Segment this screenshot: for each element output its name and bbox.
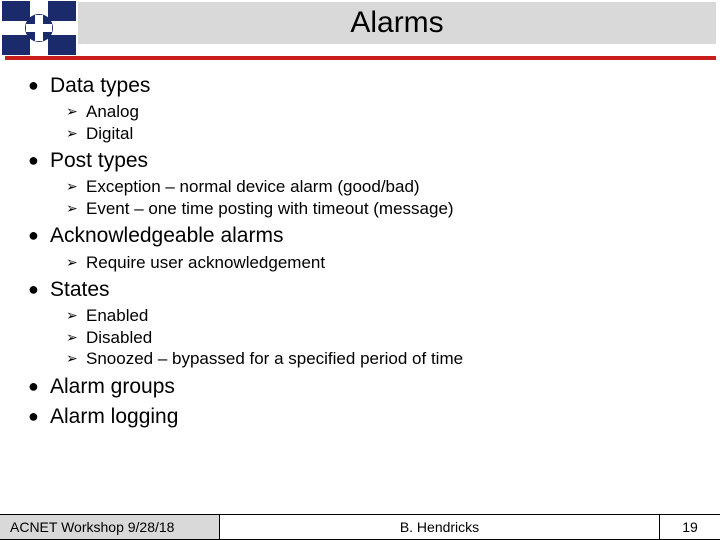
footer-page: 19 [660,515,720,539]
title-box: Alarms [78,2,716,44]
bullet-item: ●Data types [28,74,700,98]
sub-item: ➢Enabled [66,306,700,326]
sub-item: ➢Exception – normal device alarm (good/b… [66,177,700,197]
slide-header: Alarms [0,0,720,56]
bullet-text: Alarm groups [50,375,175,399]
divider [5,56,716,60]
chevron-icon: ➢ [66,177,86,196]
bullet-text: Post types [50,149,148,173]
sub-item: ➢Disabled [66,328,700,348]
sub-item: ➢Event – one time posting with timeout (… [66,199,700,219]
footer-left: ACNET Workshop 9/28/18 [0,515,220,539]
sub-text: Require user acknowledgement [86,253,325,273]
bullet-item: ●Alarm groups [28,375,700,399]
sub-item: ➢Require user acknowledgement [66,253,700,273]
bullet-item: ●Acknowledgeable alarms [28,224,700,248]
bullet-text: Data types [50,74,150,98]
sub-text: Digital [86,124,133,144]
bullet-item: ●Post types [28,149,700,173]
slide-footer: ACNET Workshop 9/28/18 B. Hendricks 19 [0,514,720,540]
chevron-icon: ➢ [66,124,86,143]
bullet-text: States [50,278,110,302]
sub-text: Event – one time posting with timeout (m… [86,199,454,219]
chevron-icon: ➢ [66,102,86,121]
chevron-icon: ➢ [66,199,86,218]
sub-list: ➢Analog➢Digital [66,102,700,143]
sub-text: Disabled [86,328,152,348]
sub-text: Snoozed – bypassed for a specified perio… [86,349,463,369]
logo [2,1,76,55]
chevron-icon: ➢ [66,328,86,347]
sub-list: ➢Require user acknowledgement [66,253,700,273]
sub-list: ➢Enabled➢Disabled➢Snoozed – bypassed for… [66,306,700,369]
bullet-icon: ● [28,224,50,247]
sub-text: Analog [86,102,139,122]
bullet-icon: ● [28,149,50,172]
sub-text: Exception – normal device alarm (good/ba… [86,177,420,197]
footer-author: B. Hendricks [220,515,660,539]
bullet-icon: ● [28,375,50,398]
chevron-icon: ➢ [66,349,86,368]
bullet-icon: ● [28,405,50,428]
bullet-text: Acknowledgeable alarms [50,224,283,248]
bullet-icon: ● [28,278,50,301]
sub-item: ➢Digital [66,124,700,144]
bullet-text: Alarm logging [50,405,178,429]
bullet-icon: ● [28,74,50,97]
sub-item: ➢Snoozed – bypassed for a specified peri… [66,349,700,369]
sub-item: ➢Analog [66,102,700,122]
slide-title: Alarms [350,6,443,40]
bullet-item: ●Alarm logging [28,405,700,429]
sub-list: ➢Exception – normal device alarm (good/b… [66,177,700,218]
sub-text: Enabled [86,306,148,326]
chevron-icon: ➢ [66,306,86,325]
chevron-icon: ➢ [66,253,86,272]
slide-body: ●Data types➢Analog➢Digital●Post types➢Ex… [28,68,700,429]
bullet-item: ●States [28,278,700,302]
